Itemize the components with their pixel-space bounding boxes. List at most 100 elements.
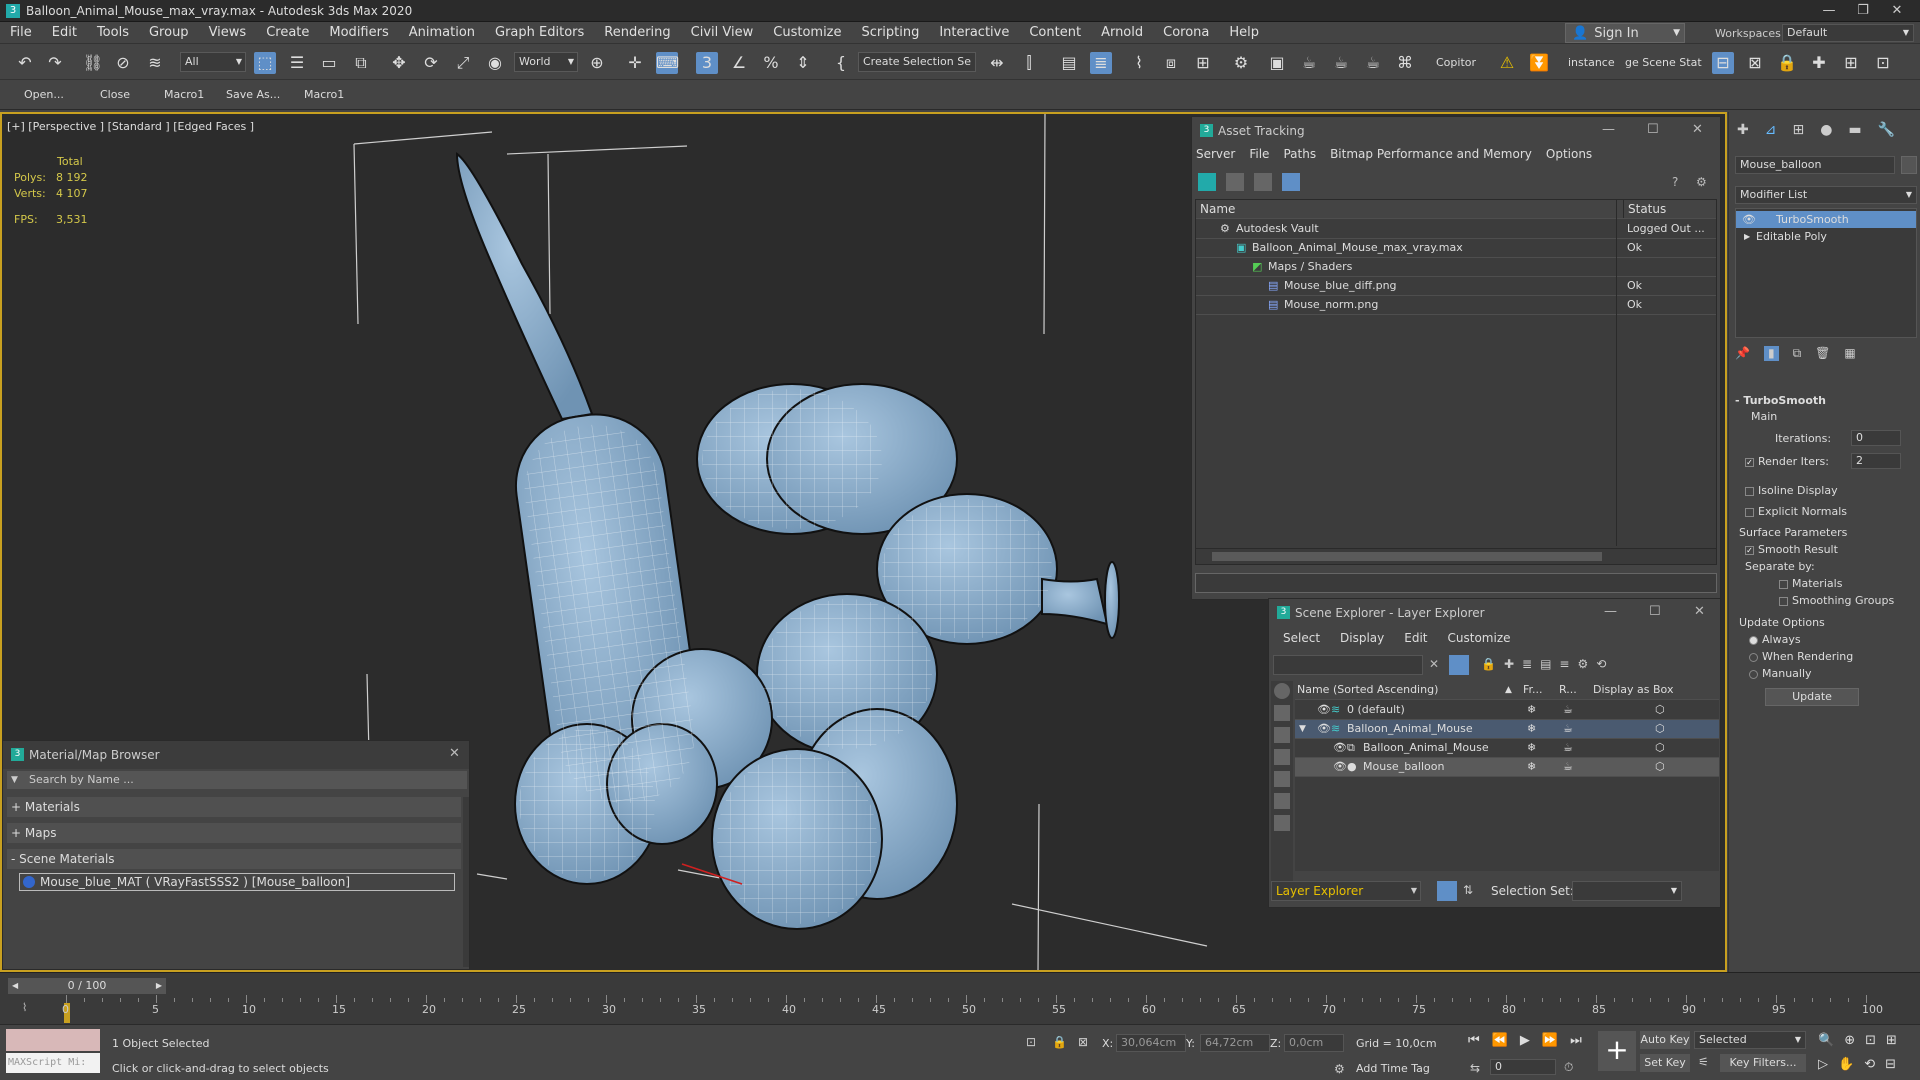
scene-stat-button[interactable]: ge Scene Stat <box>1625 56 1702 69</box>
quick-open-button[interactable]: Open... <box>24 88 64 101</box>
menu-civil-view[interactable]: Civil View <box>681 22 764 44</box>
chevron-down-icon[interactable]: ▼ <box>1299 720 1306 738</box>
mirror-icon[interactable]: ⇹ <box>986 52 1008 74</box>
display-tab-icon[interactable]: ▬ <box>1848 122 1861 138</box>
menu-content[interactable]: Content <box>1019 22 1091 44</box>
window-crossing-icon[interactable]: ⧉ <box>350 52 372 74</box>
add-layer-icon[interactable]: ✚ <box>1504 657 1514 671</box>
clear-search-icon[interactable]: ✕ <box>1429 657 1439 671</box>
close-icon[interactable]: ✕ <box>449 746 460 761</box>
copitor-button[interactable]: Copitor <box>1436 56 1476 69</box>
render-icon[interactable]: ☕ <box>1563 758 1573 776</box>
smoothing-groups-checkbox[interactable]: Smoothing Groups <box>1779 594 1894 607</box>
smooth-result-checkbox[interactable]: ✓ Smooth Result <box>1745 543 1838 556</box>
horizontal-scrollbar[interactable] <box>1196 548 1716 564</box>
checkbox[interactable] <box>1779 579 1788 589</box>
table-row[interactable]: ▤ Mouse_blue_diff.png Ok <box>1196 277 1716 296</box>
zoom-extents-icon[interactable]: ⊡ <box>1865 1033 1876 1048</box>
isoline-checkbox[interactable]: Isoline Display <box>1745 484 1838 497</box>
render-icon[interactable]: ☕ <box>1563 739 1573 757</box>
chevron-left-icon[interactable]: ◀ <box>12 978 18 994</box>
percent-snap-icon[interactable]: % <box>760 52 782 74</box>
nested-layer-icon[interactable]: ▤ <box>1540 657 1551 671</box>
go-to-start-icon[interactable]: ⏮ <box>1468 1033 1480 1048</box>
layer-explorer-icon[interactable]: ▤ <box>1058 52 1080 74</box>
sort-icon[interactable]: ⇅ <box>1463 883 1473 897</box>
make-unique-icon[interactable]: ⧉ <box>1793 346 1802 361</box>
scene-explorer-title-bar[interactable]: 3 Scene Explorer - Layer Explorer — ☐ ✕ <box>1269 599 1720 627</box>
quick-macro1-button[interactable]: Macro1 <box>164 88 204 101</box>
isolate-selection-icon[interactable]: ⊡ <box>1026 1035 1036 1049</box>
y-coordinate-field[interactable]: 64,72cm <box>1200 1034 1270 1052</box>
freeze-icon[interactable]: ❄ <box>1527 701 1536 719</box>
x-coordinate-field[interactable]: 30,064cm <box>1116 1034 1186 1052</box>
selection-set-dropdown[interactable]: ▼ <box>1572 881 1682 901</box>
iterations-spinner[interactable]: 0 <box>1851 430 1901 446</box>
menu-modifiers[interactable]: Modifiers <box>319 22 398 44</box>
sync-icon[interactable]: ⟲ <box>1596 657 1606 671</box>
menu-help[interactable]: Help <box>1219 22 1269 44</box>
table-row[interactable]: ◩ Maps / Shaders <box>1196 258 1716 277</box>
previous-frame-icon[interactable]: ⏪ <box>1492 1033 1508 1048</box>
explorer-search-input[interactable] <box>1273 655 1423 675</box>
auto-key-button[interactable]: Auto Key <box>1640 1031 1690 1049</box>
menu-edit[interactable]: Edit <box>42 22 87 44</box>
object-color-swatch[interactable] <box>1901 156 1917 174</box>
render-production-icon[interactable]: ☕ <box>1298 52 1320 74</box>
radio[interactable] <box>1749 635 1758 645</box>
box-icon[interactable]: ⬡ <box>1655 720 1665 738</box>
link-icon[interactable]: ⛓ <box>82 52 104 74</box>
absolute-mode-icon[interactable]: ⊠ <box>1078 1035 1088 1049</box>
table-view-icon[interactable] <box>1282 173 1300 191</box>
stack-icon[interactable]: ≡ <box>1559 657 1569 671</box>
box-icon[interactable]: ⬡ <box>1655 701 1665 719</box>
current-frame-field[interactable]: 0 <box>1490 1059 1556 1075</box>
render-icon[interactable]: ☕ <box>1563 720 1573 738</box>
render-menu-icon[interactable]: ⊠ <box>1744 52 1766 74</box>
column-status[interactable]: Status <box>1623 200 1666 218</box>
display-spacewarps-icon[interactable] <box>1274 793 1290 809</box>
ribbon-toggle-icon[interactable]: ≣ <box>1090 52 1112 74</box>
rendered-frame-window-icon[interactable]: ▣ <box>1266 52 1288 74</box>
select-by-name-icon[interactable]: ☰ <box>286 52 308 74</box>
menu-interactive[interactable]: Interactive <box>929 22 1019 44</box>
display-cameras-icon[interactable] <box>1274 749 1290 765</box>
show-end-result-icon[interactable]: ▮ <box>1763 346 1779 361</box>
maximize-viewport-icon[interactable]: ⊡ <box>1872 52 1894 74</box>
zoom-icon[interactable]: 🔍 <box>1818 1033 1834 1048</box>
pan-icon[interactable]: ✋ <box>1838 1057 1854 1072</box>
explorer-menu-edit[interactable]: Edit <box>1404 631 1427 645</box>
when-rendering-radio[interactable]: When Rendering <box>1749 650 1853 663</box>
motion-tab-icon[interactable]: ● <box>1820 122 1832 138</box>
move-icon[interactable]: ✥ <box>388 52 410 74</box>
always-radio[interactable]: Always <box>1749 633 1801 646</box>
chevron-right-icon[interactable]: ▶ <box>156 978 162 994</box>
menu-views[interactable]: Views <box>199 22 257 44</box>
eye-icon[interactable]: 👁 <box>1742 211 1756 228</box>
remove-modifier-icon[interactable]: 🗑 <box>1815 346 1830 361</box>
render-iters-checkbox[interactable]: ✓ Render Iters: <box>1745 455 1829 468</box>
pivot-center-icon[interactable]: ⊕ <box>586 52 608 74</box>
menu-arnold[interactable]: Arnold <box>1091 22 1153 44</box>
filter-icon[interactable] <box>1449 655 1469 675</box>
key-set-dropdown[interactable]: Selected ▼ <box>1694 1031 1806 1049</box>
time-slider[interactable]: ◀ 0 / 100 ▶ <box>8 978 166 994</box>
hierarchy-tab-icon[interactable]: ⊞ <box>1792 122 1804 138</box>
explorer-menu-display[interactable]: Display <box>1340 631 1384 645</box>
keyboard-shortcut-icon[interactable]: ⌨ <box>656 52 679 74</box>
column-render[interactable]: R... <box>1559 681 1577 699</box>
select-object-icon[interactable]: ⬚ <box>254 52 276 74</box>
list-view-icon[interactable] <box>1226 173 1244 191</box>
spinner-snap-icon[interactable]: ⇕ <box>792 52 814 74</box>
menu-graph-editors[interactable]: Graph Editors <box>485 22 594 44</box>
explorer-type-dropdown[interactable]: Layer Explorer ▼ <box>1271 881 1421 901</box>
detail-view-icon[interactable] <box>1254 173 1272 191</box>
table-row[interactable]: ▤ Mouse_norm.png Ok <box>1196 296 1716 315</box>
asset-menu-server[interactable]: Server <box>1196 147 1235 167</box>
unlink-icon[interactable]: ⊘ <box>112 52 134 74</box>
menu-file[interactable]: File <box>0 22 42 44</box>
update-button[interactable]: Update <box>1765 688 1859 706</box>
settings-icon[interactable]: ⚙ <box>1696 175 1707 189</box>
configure-modifier-sets-icon[interactable]: ▦ <box>1844 346 1855 361</box>
freeze-icon[interactable]: ❄ <box>1527 758 1536 776</box>
